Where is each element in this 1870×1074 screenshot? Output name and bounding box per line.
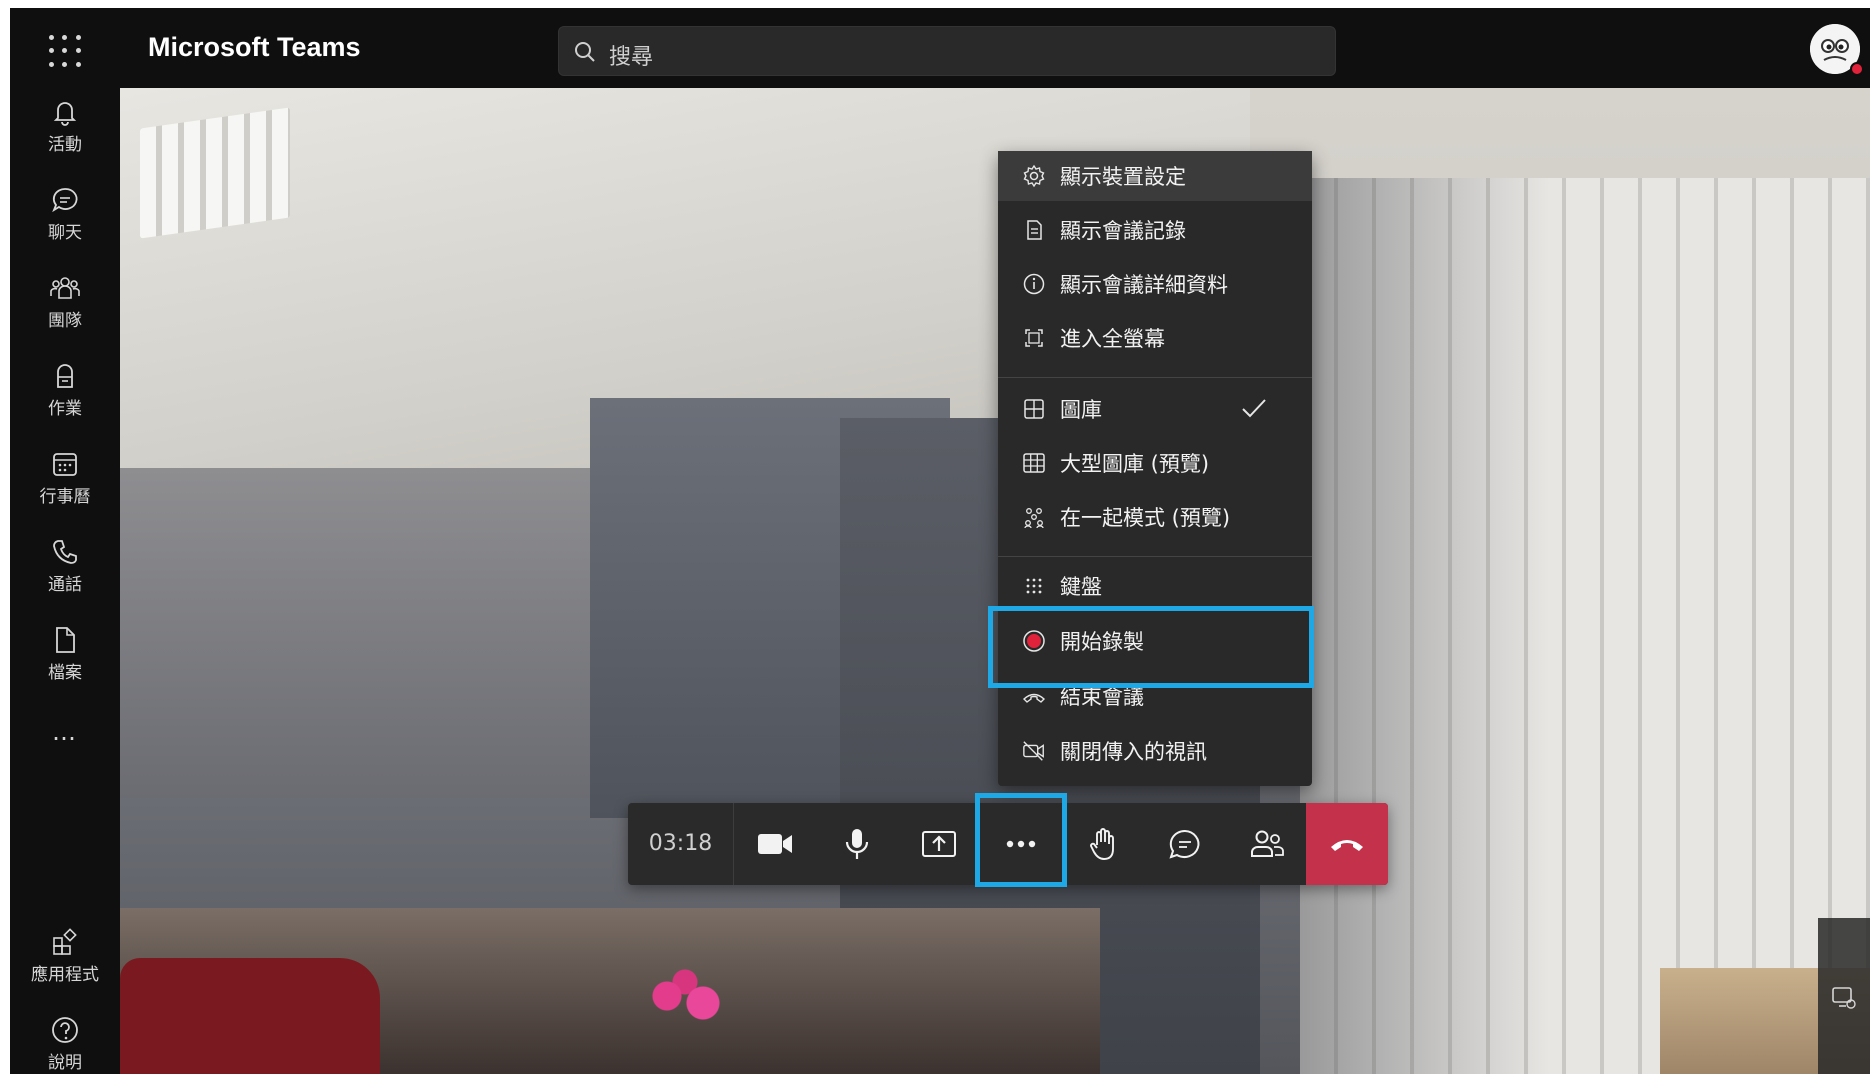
app-rail: 活動 聊天 團隊 作業 行事曆 通話 檔案 … 應用程式 說明 [10, 88, 120, 1074]
menu-divider [998, 556, 1312, 557]
menu-label: 鍵盤 [1060, 575, 1102, 599]
microphone-button[interactable] [816, 803, 898, 885]
search-placeholder: 搜尋 [609, 45, 654, 70]
raise-hand-button[interactable] [1062, 803, 1144, 885]
menu-label: 顯示會議記錄 [1060, 219, 1186, 243]
rail-label: 團隊 [48, 311, 82, 331]
assignments-icon [57, 364, 73, 388]
notes-icon [1027, 220, 1042, 240]
video-off-icon [1023, 741, 1044, 761]
microphone-icon [845, 829, 869, 859]
menu-label: 顯示裝置設定 [1060, 165, 1186, 189]
large-gallery-icon [1023, 453, 1045, 473]
menu-item-large-gallery[interactable]: 大型圖庫 (預覽) [998, 438, 1312, 488]
menu-label: 關閉傳入的視訊 [1060, 740, 1207, 764]
device-panel-toggle[interactable] [1818, 918, 1870, 1074]
hang-up-button[interactable] [1306, 803, 1388, 885]
rail-item-assignments[interactable]: 作業 [10, 354, 120, 434]
menu-item-turn-off-incoming-video[interactable]: 關閉傳入的視訊 [998, 726, 1312, 776]
menu-label: 進入全螢幕 [1060, 327, 1165, 351]
top-bar: Microsoft Teams 搜尋 [10, 8, 1870, 88]
rail-item-calendar[interactable]: 行事曆 [10, 442, 120, 522]
menu-item-gallery[interactable]: 圖庫 [998, 384, 1312, 434]
chat-icon [52, 188, 78, 213]
menu-label: 大型圖庫 (預覽) [1060, 452, 1210, 476]
rail-more-button[interactable]: … [10, 718, 120, 758]
raise-hand-icon [1090, 828, 1114, 860]
chat-button[interactable] [1144, 803, 1226, 885]
keypad-icon [1026, 578, 1042, 594]
video-feed [120, 88, 1870, 1074]
menu-divider [998, 377, 1312, 378]
presence-status-dot [1850, 62, 1864, 76]
rail-item-apps[interactable]: 應用程式 [10, 920, 120, 1000]
hang-up-icon [1331, 840, 1363, 851]
search-input[interactable]: 搜尋 [558, 26, 1336, 76]
more-options-menu: 顯示裝置設定 顯示會議記錄 顯示會議詳細資料 進入全螢幕 圖庫 大型圖庫 (預覽… [998, 151, 1312, 786]
menu-label: 圖庫 [1060, 398, 1102, 422]
rail-item-help[interactable]: 說明 [10, 1008, 120, 1074]
search-icon [575, 42, 595, 62]
share-screen-icon [922, 831, 956, 857]
phone-icon [53, 540, 77, 564]
info-icon [1023, 273, 1045, 295]
gallery-icon [1024, 399, 1044, 419]
calendar-icon [53, 453, 77, 476]
app-title: Microsoft Teams [148, 32, 361, 62]
rail-label: 說明 [48, 1053, 82, 1073]
rail-item-chat[interactable]: 聊天 [10, 178, 120, 258]
rail-item-teams[interactable]: 團隊 [10, 266, 120, 346]
menu-label: 顯示會議詳細資料 [1060, 273, 1228, 297]
rail-item-activity[interactable]: 活動 [10, 90, 120, 170]
menu-item-together-mode[interactable]: 在一起模式 (預覽) [998, 492, 1312, 542]
rail-label: 檔案 [48, 663, 82, 683]
bell-icon [53, 102, 77, 126]
start-recording-highlight [988, 606, 1314, 688]
apps-icon [53, 928, 77, 955]
menu-item-meeting-details[interactable]: 顯示會議詳細資料 [998, 259, 1312, 309]
camera-icon [758, 834, 792, 854]
rail-item-calls[interactable]: 通話 [10, 530, 120, 610]
file-icon [56, 627, 75, 653]
rail-label: 行事曆 [39, 487, 91, 507]
rail-item-files[interactable]: 檔案 [10, 618, 120, 698]
menu-item-keypad[interactable]: 鍵盤 [998, 561, 1312, 611]
chat-icon [1169, 829, 1200, 859]
gear-icon [1023, 164, 1045, 188]
camera-button[interactable] [734, 803, 816, 885]
checkmark-icon [1242, 399, 1266, 418]
device-settings-icon [1832, 987, 1856, 1009]
help-icon [52, 1017, 78, 1043]
app-launcher-icon[interactable] [48, 34, 82, 68]
participants-icon [1251, 830, 1284, 857]
share-screen-button[interactable] [898, 803, 980, 885]
teams-icon [50, 277, 80, 299]
menu-item-meeting-notes[interactable]: 顯示會議記錄 [998, 205, 1312, 255]
rail-label: 作業 [48, 399, 82, 419]
rail-label: 活動 [48, 135, 82, 155]
fullscreen-icon [1025, 329, 1043, 347]
menu-item-device-settings[interactable]: 顯示裝置設定 [998, 151, 1312, 201]
teams-window: Microsoft Teams 搜尋 活動 聊天 團隊 作業 行事曆 通話 檔案… [10, 8, 1870, 1074]
rail-label: 應用程式 [31, 965, 99, 985]
together-mode-icon [1024, 508, 1044, 529]
more-options-highlight [975, 793, 1067, 887]
rail-label: 聊天 [48, 223, 82, 243]
menu-label: 在一起模式 (預覽) [1060, 506, 1231, 530]
menu-item-fullscreen[interactable]: 進入全螢幕 [998, 313, 1312, 363]
meeting-timer: 03:18 [628, 803, 734, 885]
participants-button[interactable] [1226, 803, 1308, 885]
rail-label: 通話 [48, 575, 82, 595]
